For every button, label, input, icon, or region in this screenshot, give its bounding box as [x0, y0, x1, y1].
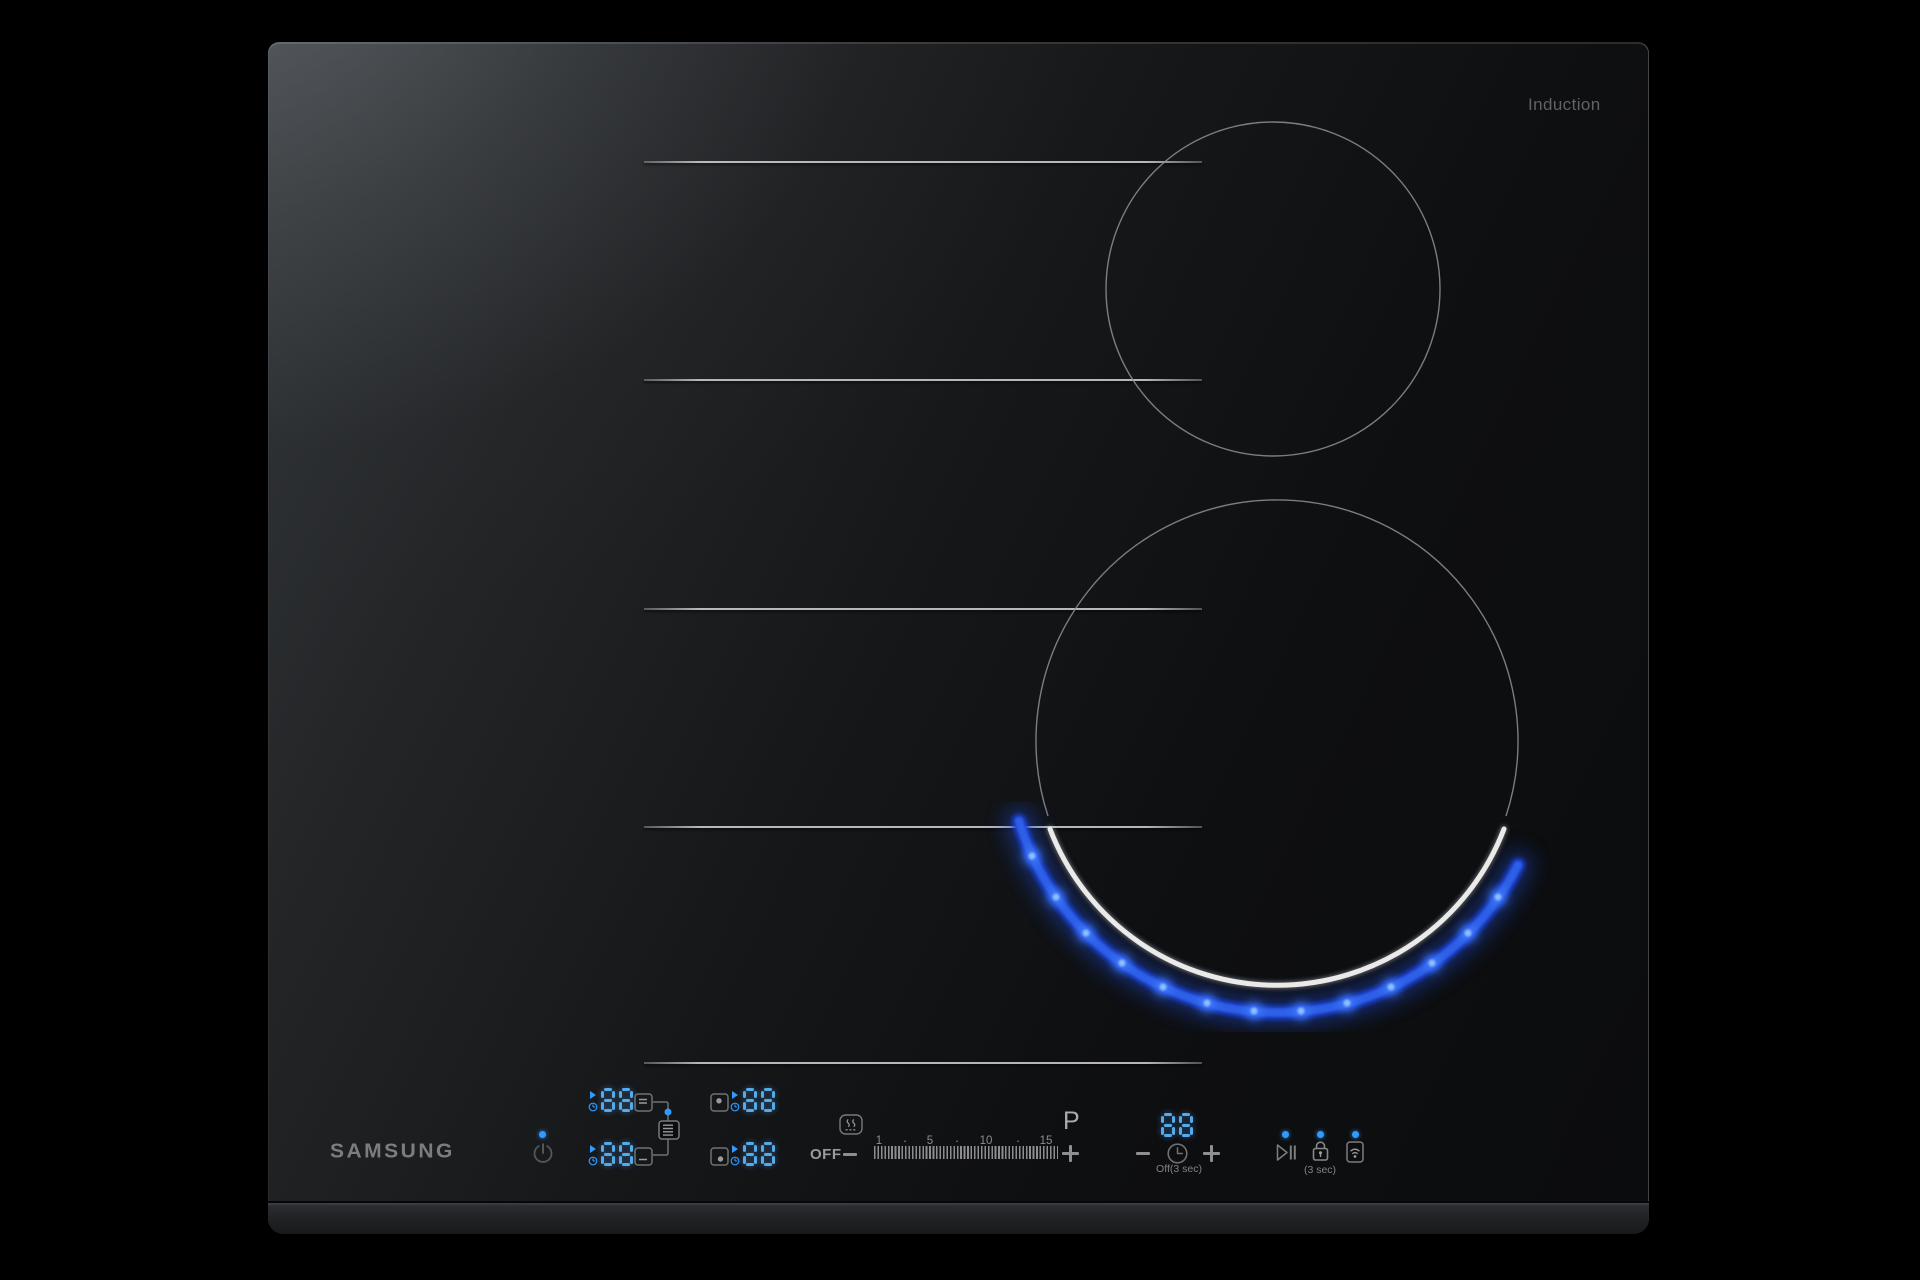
power-icon[interactable]: [530, 1141, 556, 1167]
zone-rect-front-icon: [634, 1147, 653, 1166]
product-photo-background: Induction SAMSUNG OFF 1 · 5 · 10 · 15 P …: [0, 0, 1920, 1280]
smart-indicator-dot: [1352, 1131, 1359, 1138]
flex-zone-line: [644, 1062, 1202, 1064]
flex-zone-line: [644, 608, 1202, 610]
pause-resume-icon[interactable]: [1276, 1143, 1297, 1162]
seven-segment-digit: [619, 1142, 633, 1166]
flex-zone-line: [644, 379, 1202, 381]
zone-dot-rear-icon: [710, 1093, 729, 1112]
zone-display: [601, 1088, 633, 1112]
seven-segment-digit: [1161, 1113, 1175, 1137]
timer-display: [1161, 1113, 1193, 1137]
slider-scale-label: 15: [1039, 1135, 1053, 1147]
power-slider-track[interactable]: [874, 1146, 1058, 1159]
cooktop-surface: [268, 42, 1649, 1234]
keep-warm-icon[interactable]: [839, 1114, 863, 1135]
slider-scale-label: 5: [926, 1135, 934, 1147]
mini-clock-icon: [588, 1102, 598, 1112]
induction-label: Induction: [1528, 95, 1601, 114]
zone-key-left-rear[interactable]: [588, 1088, 633, 1112]
slider-plus-key[interactable]: [1062, 1145, 1079, 1162]
zone-key-right-rear[interactable]: [730, 1088, 775, 1112]
power-indicator-dot: [539, 1131, 546, 1138]
lock-indicator-dot: [1317, 1131, 1324, 1138]
slider-scale-dot: ·: [1015, 1133, 1021, 1148]
zone-key-right-front[interactable]: [730, 1142, 775, 1166]
seven-segment-digit: [619, 1088, 633, 1112]
slider-off-label: OFF: [810, 1146, 842, 1163]
mini-clock-icon: [730, 1102, 740, 1112]
timer-minus-key[interactable]: [1136, 1152, 1150, 1155]
timer-play-indicator: [732, 1145, 738, 1153]
timer-play-indicator: [732, 1091, 738, 1099]
zone-key-left-front[interactable]: [588, 1142, 633, 1166]
slider-scale-label: 10: [979, 1135, 993, 1147]
mini-clock-icon: [588, 1156, 598, 1166]
seven-segment-digit: [743, 1088, 757, 1112]
lock-hold-label: (3 sec): [1303, 1164, 1337, 1176]
zone-display: [601, 1142, 633, 1166]
zone-display: [743, 1142, 775, 1166]
seven-segment-digit: [761, 1088, 775, 1112]
smart-connect-icon[interactable]: [1346, 1141, 1364, 1163]
flex-link-indicator-dot: [664, 1108, 672, 1116]
slider-scale-dot: ·: [954, 1133, 960, 1148]
seven-segment-digit: [601, 1142, 615, 1166]
timer-clock-icon[interactable]: [1166, 1142, 1189, 1165]
slider-scale-dot: ·: [902, 1133, 908, 1148]
seven-segment-digit: [601, 1088, 615, 1112]
seven-segment-digit: [1179, 1113, 1193, 1137]
timer-hold-label: Off(3 sec): [1156, 1163, 1202, 1175]
timer-plus-key[interactable]: [1203, 1145, 1220, 1162]
seven-segment-digit: [761, 1142, 775, 1166]
timer-play-indicator: [590, 1145, 596, 1153]
zone-dot-front-icon: [710, 1147, 729, 1166]
samsung-logo: SAMSUNG: [330, 1140, 455, 1163]
lock-icon[interactable]: [1311, 1139, 1330, 1162]
zone-display: [743, 1088, 775, 1112]
flex-zone-line: [644, 161, 1202, 163]
power-boost-key[interactable]: P: [1063, 1107, 1080, 1136]
pause-indicator-dot: [1282, 1131, 1289, 1138]
mini-clock-icon: [730, 1156, 740, 1166]
slider-minus-key[interactable]: [843, 1153, 857, 1156]
front-bezel-trim: [268, 1201, 1649, 1234]
seven-segment-digit: [743, 1142, 757, 1166]
timer-play-indicator: [590, 1091, 596, 1099]
flex-zone-link-icon[interactable]: [658, 1120, 680, 1140]
flex-zone-line: [644, 826, 1202, 828]
slider-scale-label: 1: [875, 1135, 883, 1147]
